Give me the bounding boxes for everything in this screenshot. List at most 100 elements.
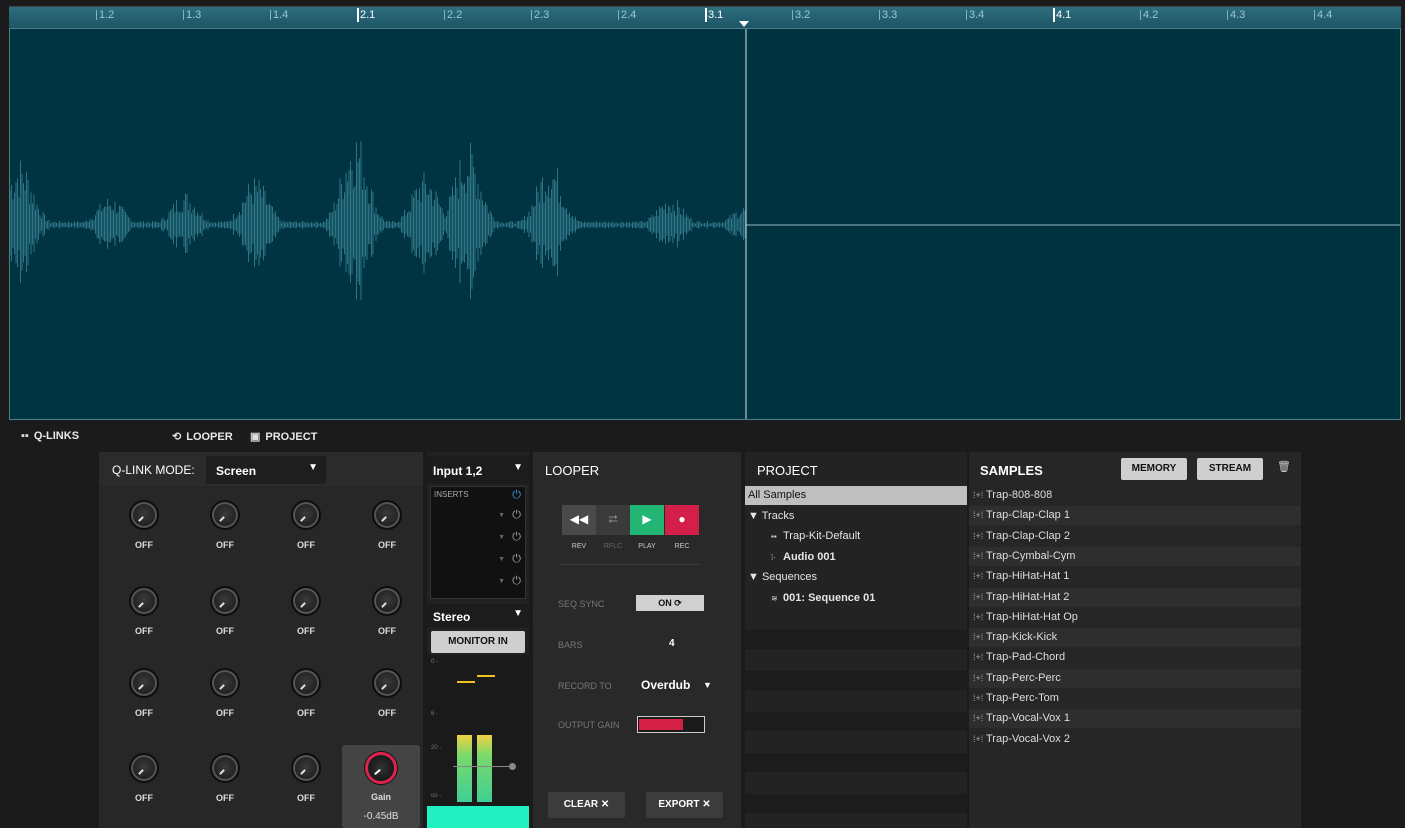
inserts-power-icon[interactable]: ⏻: [512, 489, 521, 502]
qlink-knob-label: OFF: [135, 793, 153, 803]
qlink-knob-cell[interactable]: OFF: [354, 500, 424, 580]
sample-row[interactable]: ⁞+⁞ Trap-Clap-Clap 2: [969, 527, 1301, 546]
tab-project[interactable]: ▣ PROJECT: [250, 430, 317, 444]
insert-slot-arrow-icon[interactable]: ▼: [498, 556, 505, 563]
qlink-knob-cell[interactable]: OFF: [273, 586, 343, 666]
sample-row[interactable]: ⁞+⁞ Trap-Cymbal-Cym: [969, 546, 1301, 566]
sample-row[interactable]: ⁞+⁞ Trap-Vocal-Vox 2: [969, 730, 1301, 749]
record-to-value[interactable]: Overdub: [641, 678, 690, 692]
rec-button[interactable]: ●: [665, 505, 699, 535]
record-icon: ●: [678, 512, 686, 526]
sample-name: Trap-HiHat-Hat 2: [986, 590, 1070, 603]
qlink-knob-cell[interactable]: OFF: [192, 753, 262, 828]
qlink-knob[interactable]: [291, 586, 321, 616]
clear-button[interactable]: CLEAR ✕: [548, 792, 625, 818]
bars-value[interactable]: 4: [669, 638, 675, 649]
sample-row[interactable]: ⁞+⁞ Trap-Pad-Chord: [969, 648, 1301, 667]
sample-row[interactable]: ⁞+⁞ Trap-Clap-Clap 1: [969, 506, 1301, 526]
qlink-mode-select[interactable]: Screen ▼: [206, 456, 326, 484]
qlink-knob[interactable]: [210, 668, 240, 698]
output-gain-slider[interactable]: [637, 716, 705, 733]
timeline-ruler[interactable]: 1.2 1.3 1.4 2.1 2.2 2.3 2.4 3.1 3.2 3.3 3.4 4.1 4.2 4…: [9, 6, 1401, 28]
project-tree-item[interactable]: All Samples: [745, 486, 967, 505]
insert-3-power-icon[interactable]: ⏻: [512, 553, 521, 566]
qlink-knob-cell[interactable]: OFF: [273, 668, 343, 748]
qlink-knob[interactable]: [129, 753, 159, 783]
level-meter[interactable]: 0 - 6 - 20 - oo -: [427, 655, 529, 828]
gain-knob-cell[interactable]: Gain -0.45dB: [342, 745, 420, 828]
waveform-display[interactable]: [9, 28, 1401, 420]
qlink-knob[interactable]: [210, 500, 240, 530]
export-button[interactable]: EXPORT ✕: [646, 792, 723, 818]
qlink-knob[interactable]: [291, 753, 321, 783]
qlink-knob[interactable]: [291, 668, 321, 698]
qlink-knob-cell[interactable]: OFF: [273, 500, 343, 580]
input-select[interactable]: Input 1,2 ▼: [427, 456, 529, 484]
insert-slot-arrow-icon[interactable]: ▼: [498, 578, 505, 585]
qlink-knob-cell[interactable]: OFF: [273, 753, 343, 828]
output-select[interactable]: Stereo ▼: [427, 604, 529, 628]
qlink-knob-cell[interactable]: OFF: [354, 668, 424, 748]
stream-button[interactable]: STREAM: [1197, 458, 1263, 480]
seq-sync-toggle[interactable]: ON ⟳: [636, 595, 704, 611]
qlink-knob-cell[interactable]: OFF: [111, 586, 181, 666]
qlink-knob-cell[interactable]: OFF: [111, 753, 181, 828]
qlink-knob-cell[interactable]: OFF: [192, 586, 262, 666]
project-item-label: ▼ Tracks: [748, 509, 795, 522]
qlink-knob-cell[interactable]: OFF: [111, 500, 181, 580]
qlink-knob[interactable]: [291, 500, 321, 530]
sample-row[interactable]: ⁞+⁞ Trap-Perc-Perc: [969, 668, 1301, 688]
qlink-knob[interactable]: [210, 753, 240, 783]
qlink-knob[interactable]: [129, 586, 159, 616]
qlink-knob-cell[interactable]: OFF: [192, 500, 262, 580]
qlink-knob-label: OFF: [135, 540, 153, 550]
memory-button[interactable]: MEMORY: [1121, 458, 1187, 480]
project-tree-item[interactable]: ⁞· Audio 001: [745, 548, 967, 567]
qlink-knob-cell[interactable]: OFF: [354, 586, 424, 666]
insert-2-power-icon[interactable]: ⏻: [512, 531, 521, 544]
sample-row[interactable]: ⁞+⁞ Trap-HiHat-Hat 1: [969, 567, 1301, 586]
play-button[interactable]: ▶: [630, 505, 664, 535]
insert-1-power-icon[interactable]: ⏻: [512, 509, 521, 522]
gain-knob[interactable]: [365, 752, 397, 784]
insert-4-power-icon[interactable]: ⏻: [512, 575, 521, 588]
sample-waveform-icon: ⁞+⁞: [973, 510, 984, 521]
seq-sync-label: SEQ SYNC: [558, 599, 605, 609]
sample-row[interactable]: ⁞+⁞ Trap-Kick-Kick: [969, 628, 1301, 648]
monitor-in-button[interactable]: MONITOR IN: [431, 631, 525, 653]
insert-slot-arrow-icon[interactable]: ▼: [498, 534, 505, 541]
rflc-button[interactable]: ⮂: [596, 505, 630, 535]
qlink-knob[interactable]: [372, 668, 402, 698]
qlink-knob[interactable]: [210, 586, 240, 616]
qlink-knob[interactable]: [129, 500, 159, 530]
project-item-label: All Samples: [748, 489, 807, 501]
sample-row[interactable]: ⁞+⁞ Trap-Perc-Tom: [969, 689, 1301, 708]
project-empty-row: [745, 793, 967, 813]
project-tree-item[interactable]: ▪▪ Trap-Kit-Default: [745, 527, 967, 546]
sample-row[interactable]: ⁞+⁞ Trap-HiHat-Hat Op: [969, 608, 1301, 627]
sample-row[interactable]: ⁞+⁞ Trap-HiHat-Hat 2: [969, 587, 1301, 607]
project-tree-item[interactable]: ▼ Sequences: [745, 568, 967, 587]
sample-waveform-icon: ⁞+⁞: [973, 591, 984, 602]
qlink-knob-cell[interactable]: OFF: [192, 668, 262, 748]
sample-row[interactable]: ⁞+⁞ Trap-Vocal-Vox 1: [969, 709, 1301, 729]
insert-slot-arrow-icon[interactable]: ▼: [498, 512, 505, 519]
qlink-knob[interactable]: [129, 668, 159, 698]
project-empty-row: [745, 691, 967, 710]
gain-value: -0.45dB: [363, 811, 399, 822]
trash-icon[interactable]: 🗑: [1277, 460, 1291, 473]
meter-fader-handle[interactable]: [509, 763, 516, 770]
qlink-knob[interactable]: [372, 500, 402, 530]
rev-button[interactable]: ◀◀: [562, 505, 596, 535]
tab-qlinks[interactable]: ▪▪ Q-LINKS: [21, 430, 79, 442]
project-tree-item[interactable]: ≋ 001: Sequence 01: [745, 589, 967, 608]
qlink-knob-label: OFF: [378, 708, 396, 718]
tab-looper[interactable]: ⟲ LOOPER: [172, 430, 233, 444]
qlink-knob[interactable]: [372, 586, 402, 616]
meter-floor: [427, 806, 529, 828]
dropdown-arrow-icon[interactable]: ▼: [703, 680, 712, 690]
project-tree-item[interactable]: ▼ Tracks: [745, 507, 967, 526]
qlink-knob-cell[interactable]: OFF: [111, 668, 181, 748]
playhead-marker[interactable]: [739, 21, 749, 27]
sample-row[interactable]: ⁞+⁞ Trap-808-808: [969, 486, 1301, 505]
